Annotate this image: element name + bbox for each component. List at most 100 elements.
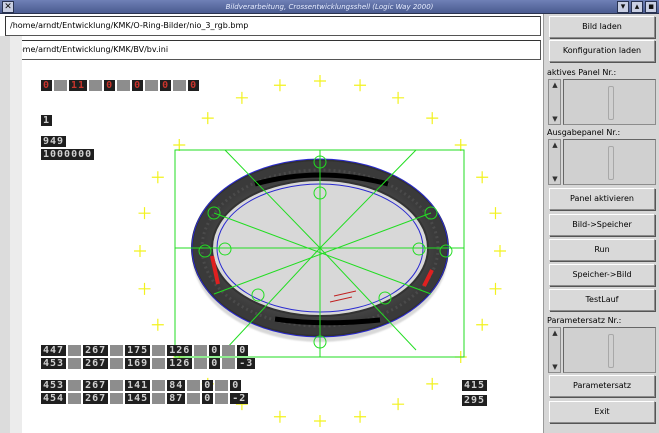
- exit-button[interactable]: Exit: [549, 401, 655, 423]
- readout-gap: [194, 345, 208, 356]
- readout-top-2: 0: [104, 80, 116, 91]
- window-title: Bildverarbeitung, Crossentwicklungsshell…: [225, 3, 434, 11]
- yellow-marker: [489, 207, 502, 220]
- title-bar[interactable]: ✕ Bildverarbeitung, Crossentwicklungsshe…: [0, 0, 659, 14]
- readout-top-4: 0: [160, 80, 172, 91]
- readout-gap: [152, 345, 166, 356]
- readout-gap: [173, 80, 187, 91]
- readout-top-1: 11: [69, 80, 88, 91]
- readout-gap: [222, 345, 236, 356]
- readout-gap: [117, 80, 131, 91]
- table-cell: 145: [125, 393, 151, 404]
- image-path-field[interactable]: /home/arndt/Entwicklung/KMK/O-Ring-Bilde…: [5, 16, 541, 36]
- yellow-marker: [201, 112, 214, 125]
- table-cell: 267: [83, 380, 109, 391]
- restore-button[interactable]: ▪: [645, 1, 657, 13]
- active-panel-spinner[interactable]: ▲ ▼: [548, 79, 656, 125]
- yellow-marker: [151, 318, 164, 331]
- minimize-icon: ▾: [620, 2, 626, 12]
- spin-down-icon[interactable]: ▼: [550, 362, 560, 372]
- yellow-marker: [151, 171, 164, 184]
- single-value-row: 1: [41, 115, 54, 126]
- yellow-marker: [476, 318, 489, 331]
- image-left-border-shade: [0, 36, 10, 433]
- table-cell: 0: [237, 345, 249, 356]
- yellow-marker: [426, 377, 439, 390]
- value-b-row: 1000000: [41, 149, 96, 160]
- output-panel-spinner[interactable]: ▲ ▼: [548, 139, 656, 185]
- spin-up-icon[interactable]: ▲: [550, 140, 560, 150]
- spin-down-icon[interactable]: ▼: [550, 114, 560, 124]
- parameter-set-button[interactable]: Parametersatz: [549, 375, 655, 397]
- yellow-marker: [354, 410, 367, 423]
- table-cell: -2: [230, 393, 249, 404]
- yellow-marker: [138, 207, 151, 220]
- active-panel-display: [563, 79, 656, 125]
- table-cell: 0: [202, 380, 214, 391]
- yellow-marker: [494, 245, 506, 257]
- parameter-set-spinner[interactable]: ▲ ▼: [548, 327, 656, 373]
- table-cell: 0: [202, 393, 214, 404]
- yellow-marker: [426, 112, 439, 125]
- table-cell: 0: [230, 380, 242, 391]
- table-cell: 87: [167, 393, 186, 404]
- table-cell: 126: [167, 345, 193, 356]
- readout-value-a: 949: [41, 136, 67, 147]
- restore-icon: ▪: [647, 2, 655, 12]
- load-config-button[interactable]: Konfiguration laden: [549, 40, 655, 62]
- memory-to-image-button[interactable]: Speicher->Bild: [549, 264, 655, 286]
- yellow-marker: [354, 79, 367, 92]
- readout-gap: [187, 380, 201, 391]
- right-value-row-2: 295: [462, 395, 489, 406]
- test-run-button[interactable]: TestLauf: [549, 289, 655, 311]
- control-panel: Bild laden Konfiguration laden aktives P…: [543, 14, 659, 433]
- readout-top-3: 0: [132, 80, 144, 91]
- readout-gap: [187, 393, 201, 404]
- table-cell: 175: [125, 345, 151, 356]
- readout-gap: [152, 358, 166, 369]
- readout-gap: [89, 80, 103, 91]
- spin-down-icon[interactable]: ▼: [550, 174, 560, 184]
- table-cell: 84: [167, 380, 186, 391]
- table-cell: 0: [209, 345, 221, 356]
- top-readout-row: 0 11 0 0 0 0: [41, 80, 201, 91]
- yellow-marker: [314, 415, 326, 427]
- output-panel-label: Ausgabepanel Nr.:: [547, 128, 621, 137]
- yellow-marker: [476, 171, 489, 184]
- active-panel-scrollbar[interactable]: ▲ ▼: [548, 79, 561, 125]
- table-cell: 267: [83, 345, 109, 356]
- minimize-button[interactable]: ▾: [617, 1, 629, 13]
- readout-gap: [222, 358, 236, 369]
- measurement-table-2: 453 267 141 84 0 0 454 267 145 87 0 -2: [41, 380, 250, 406]
- yellow-marker: [392, 398, 405, 411]
- spin-up-icon[interactable]: ▲: [550, 80, 560, 90]
- yellow-marker: [392, 91, 405, 104]
- readout-gap: [110, 393, 124, 404]
- table-row: 454 267 145 87 0 -2: [41, 393, 250, 404]
- load-image-button[interactable]: Bild laden: [549, 16, 655, 38]
- output-panel-display: [563, 139, 656, 185]
- image-to-memory-button[interactable]: Bild->Speicher: [549, 214, 655, 236]
- maximize-icon: ▴: [634, 2, 640, 12]
- readout-gap: [152, 393, 166, 404]
- table-cell: 267: [83, 358, 109, 369]
- parameter-set-scrollbar[interactable]: ▲ ▼: [548, 327, 561, 373]
- readout-gap: [68, 380, 82, 391]
- activate-panel-button[interactable]: Panel aktivieren: [549, 188, 655, 210]
- readout-gap: [54, 80, 68, 91]
- image-canvas: [0, 36, 506, 433]
- table-cell: 453: [41, 380, 67, 391]
- run-button[interactable]: Run: [549, 239, 655, 261]
- parameter-set-label: Parametersatz Nr.:: [547, 316, 622, 325]
- maximize-button[interactable]: ▴: [631, 1, 643, 13]
- right-value-row-1: 415: [462, 380, 489, 391]
- yellow-marker: [173, 139, 186, 152]
- table-cell: 267: [83, 393, 109, 404]
- readout-gap: [110, 358, 124, 369]
- output-panel-scrollbar[interactable]: ▲ ▼: [548, 139, 561, 185]
- readout-top-0: 0: [41, 80, 53, 91]
- spin-up-icon[interactable]: ▲: [550, 328, 560, 338]
- readout-gap: [110, 380, 124, 391]
- readout-gap: [145, 80, 159, 91]
- readout-gap: [110, 345, 124, 356]
